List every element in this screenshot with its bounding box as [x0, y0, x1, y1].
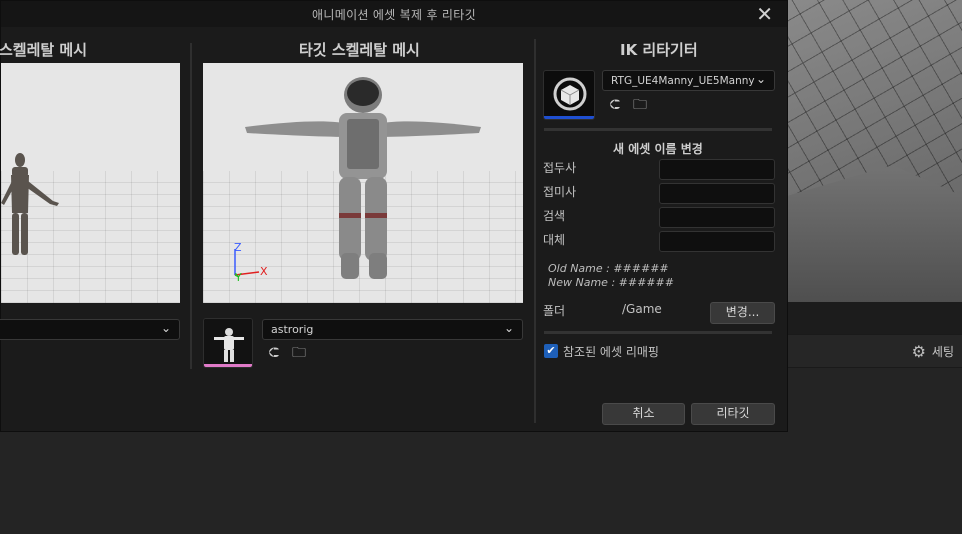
retarget-dialog: 애니메이션 에셋 복제 후 리타깃 ✕ 스켈레탈 메시 ⌄ 타깃 스켈레탈 메시	[0, 0, 788, 432]
target-preview-viewport[interactable]: Z X Y	[203, 63, 523, 303]
target-mesh-thumbnail[interactable]	[203, 318, 253, 368]
search-label: 검색	[543, 209, 566, 223]
browse-icon[interactable]: 🗀	[632, 97, 648, 113]
section-separator	[544, 331, 772, 334]
chevron-down-icon: ⌄	[160, 321, 171, 335]
suffix-input[interactable]	[659, 183, 775, 204]
check-icon: ✔	[546, 344, 556, 357]
gear-icon: ⚙	[911, 342, 926, 361]
retargeter-value: RTG_UE4Manny_UE5Manny	[611, 75, 755, 87]
thumbnail-underline	[204, 364, 252, 367]
astronaut-figure	[234, 77, 481, 279]
background-viewport	[788, 0, 962, 302]
source-mesh-dropdown[interactable]: ⌄	[0, 319, 180, 340]
panel-divider-right	[534, 39, 536, 423]
new-name-preview: New Name : ######	[548, 276, 674, 289]
dialog-title: 애니메이션 에셋 복제 후 리타깃	[312, 8, 476, 22]
mannequin-figure	[1, 153, 59, 255]
background-toolbar: ⚙ 세팅	[788, 334, 962, 368]
change-folder-button[interactable]: 변경...	[710, 302, 775, 324]
replace-label: 대체	[543, 233, 566, 247]
rename-section-title: 새 에셋 이름 변경	[613, 142, 703, 156]
chevron-down-icon: ⌄	[755, 72, 766, 86]
target-mesh-dropdown[interactable]: astrorig ⌄	[262, 319, 523, 340]
back-arrow-icon[interactable]: ⮈	[607, 97, 623, 113]
close-icon[interactable]: ✕	[756, 2, 773, 26]
browse-icon[interactable]: 🗀	[291, 345, 307, 361]
axis-y-label: Y	[235, 271, 242, 284]
section-separator	[544, 128, 772, 131]
settings-label: 세팅	[931, 345, 954, 359]
remap-checkbox[interactable]: ✔	[544, 344, 558, 358]
prefix-input[interactable]	[659, 159, 775, 180]
prefix-label: 접두사	[543, 161, 577, 175]
retarget-button[interactable]: 리타깃	[691, 403, 775, 425]
chevron-down-icon: ⌄	[503, 321, 514, 335]
back-arrow-icon[interactable]: ⮈	[266, 345, 282, 361]
cube-icon	[553, 77, 587, 111]
thumbnail-underline	[544, 116, 594, 119]
retargeter-thumbnail[interactable]	[543, 70, 595, 120]
source-preview-viewport[interactable]	[1, 63, 180, 303]
remap-label: 참조된 에셋 리매핑	[563, 345, 659, 359]
old-name-preview: Old Name : ######	[548, 262, 669, 275]
axis-x-label: X	[260, 265, 268, 278]
search-input[interactable]	[659, 207, 775, 228]
axis-z-label: Z	[234, 241, 242, 254]
target-mesh-value: astrorig	[271, 323, 314, 336]
target-panel-title: 타깃 스켈레탈 메시	[299, 41, 420, 59]
suffix-label: 접미사	[543, 185, 577, 199]
background-strip	[788, 302, 962, 334]
astronaut-thumb-icon	[204, 319, 252, 367]
ik-panel-title: IK 리타기터	[620, 41, 698, 59]
dialog-titlebar: 애니메이션 에셋 복제 후 리타깃 ✕	[1, 1, 787, 27]
folder-label: 폴더	[543, 304, 566, 318]
folder-path: /Game	[622, 302, 662, 316]
settings-button[interactable]: ⚙ 세팅	[912, 342, 954, 361]
retargeter-dropdown[interactable]: RTG_UE4Manny_UE5Manny ⌄	[602, 70, 775, 91]
panel-divider-left	[190, 43, 192, 369]
source-panel-title: 스켈레탈 메시	[0, 41, 88, 59]
cancel-button[interactable]: 취소	[602, 403, 685, 425]
replace-input[interactable]	[659, 231, 775, 252]
